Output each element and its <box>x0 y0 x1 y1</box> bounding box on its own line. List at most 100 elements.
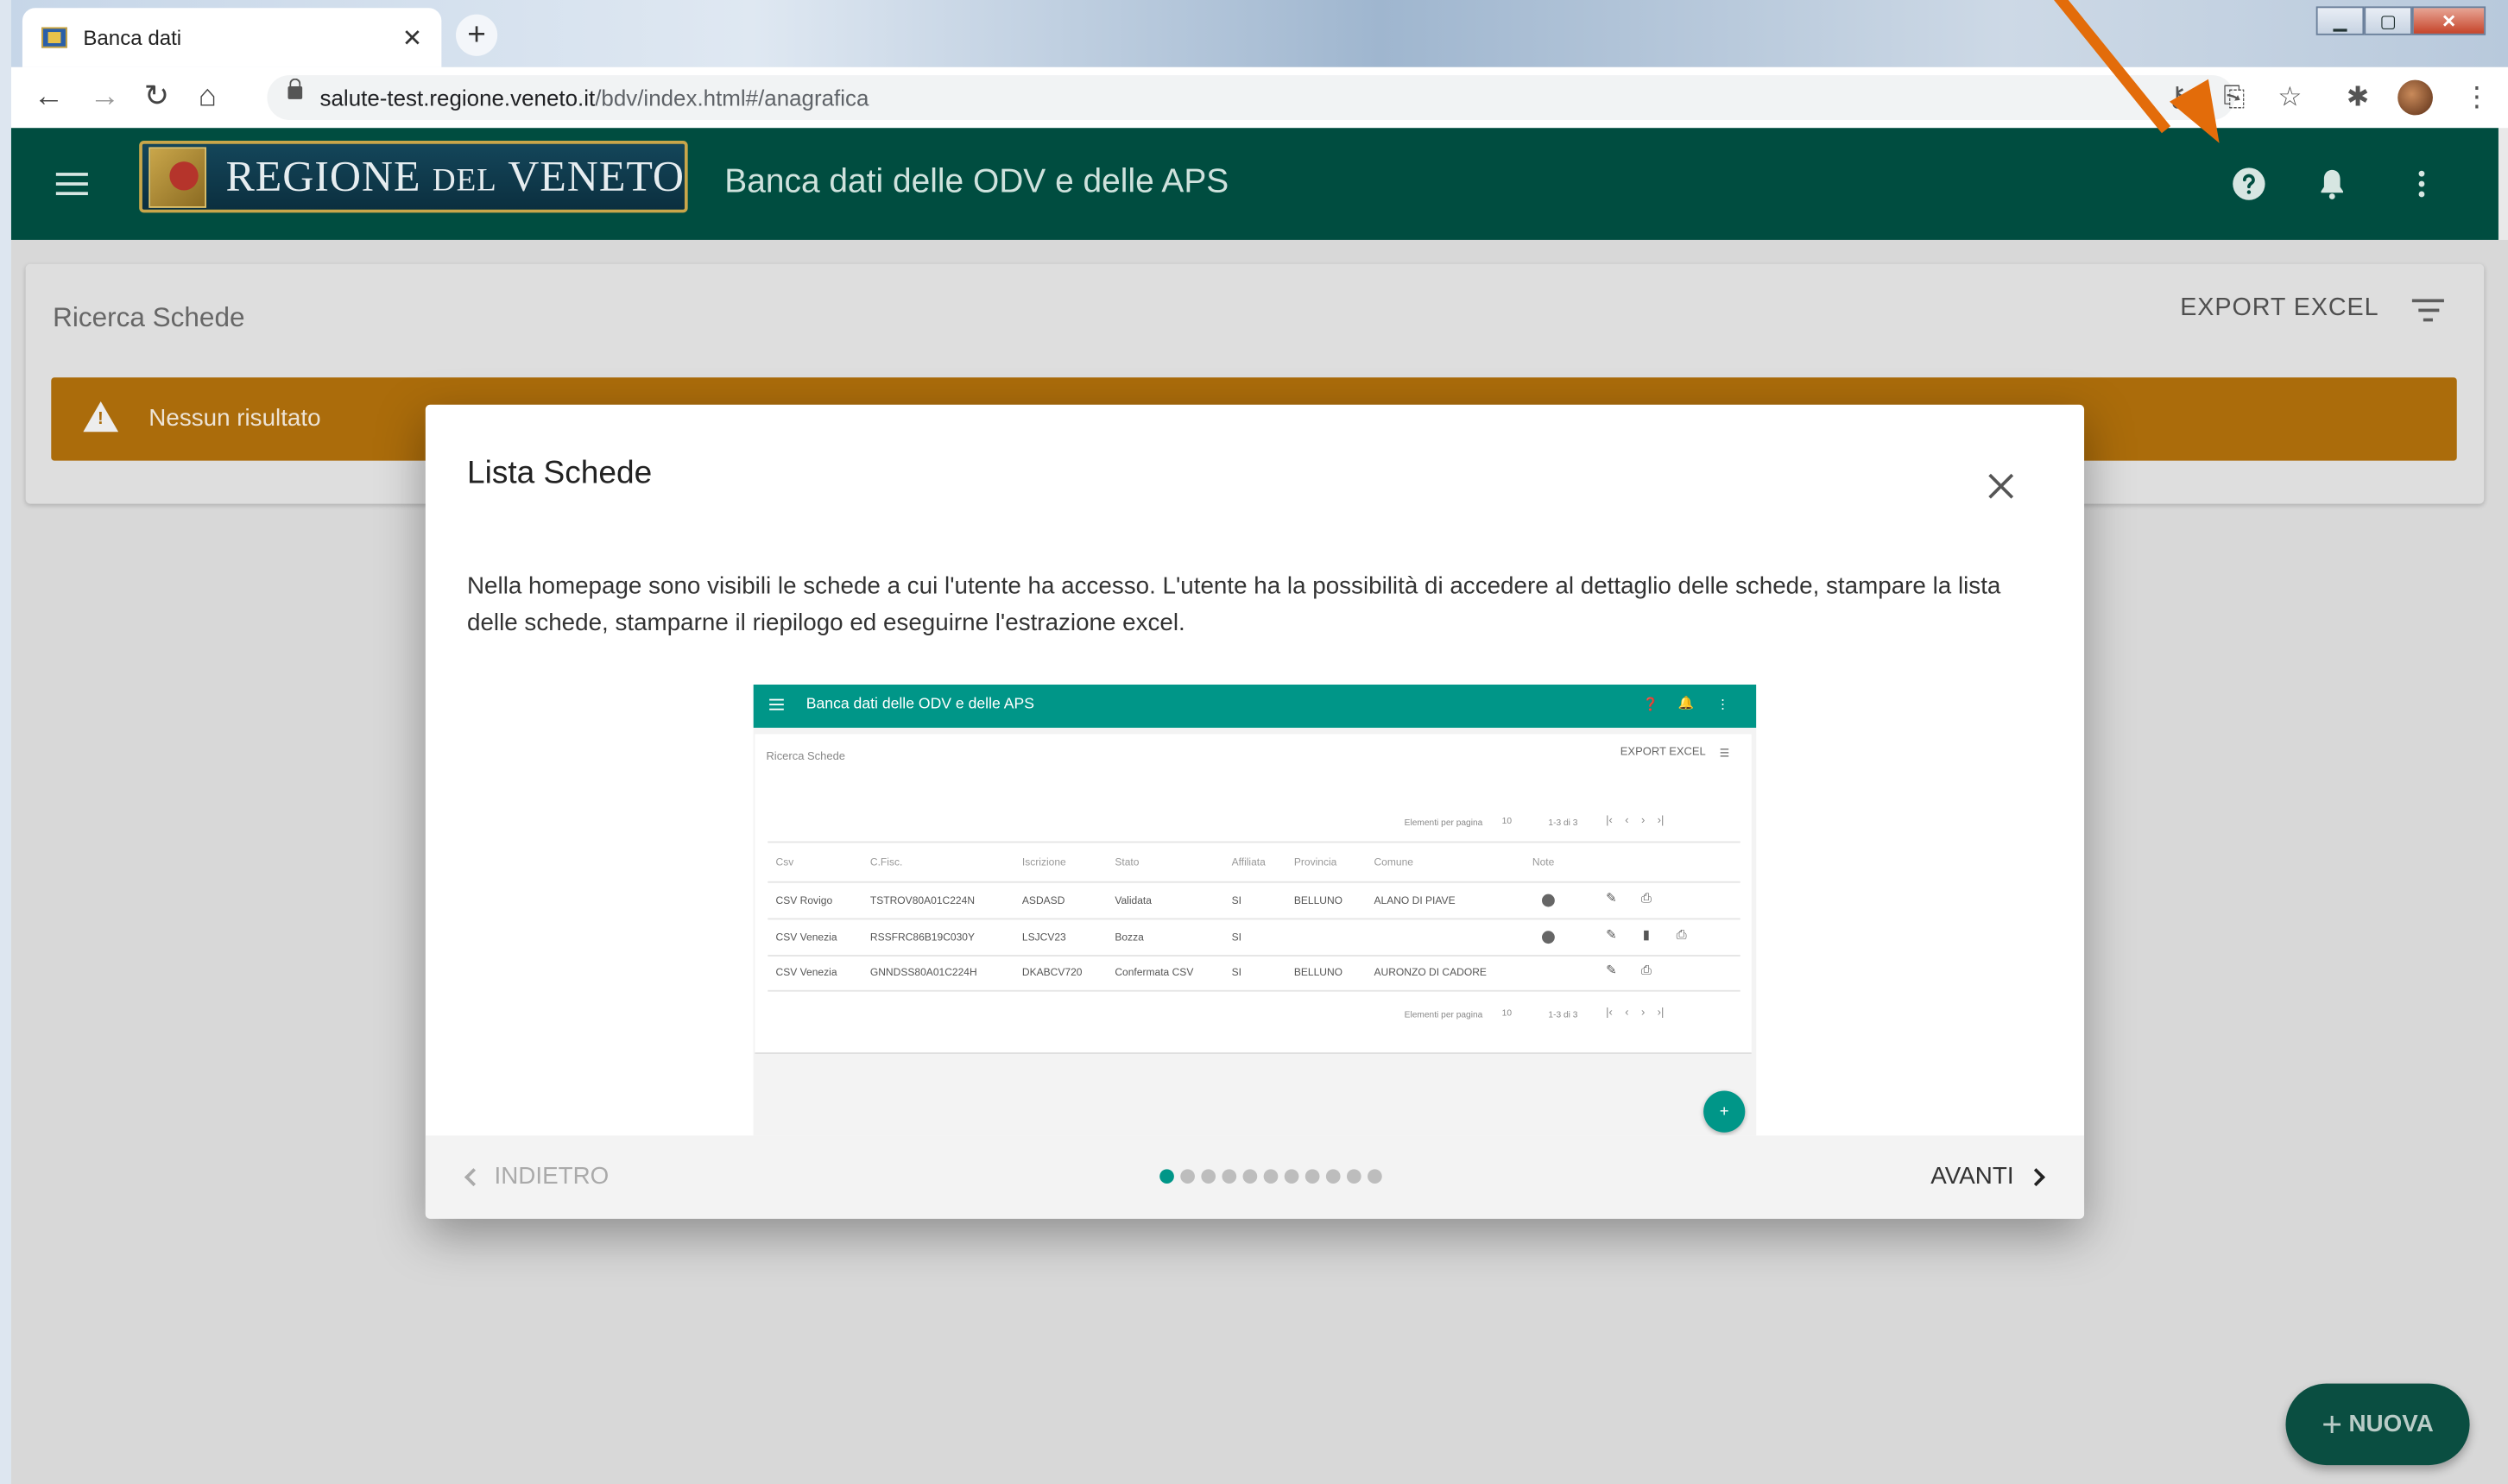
new-tab-button[interactable]: + <box>456 14 498 56</box>
profile-avatar[interactable] <box>2397 79 2433 116</box>
col-csv: Csv <box>775 857 794 869</box>
col-provincia: Provincia <box>1293 857 1337 869</box>
tour-dialog: Lista Schede Nella homepage sono visibil… <box>425 404 2085 1219</box>
dialog-footer: INDIETRO AVANTI <box>425 1135 2085 1219</box>
logo-text: REGIONE DEL VENETO <box>225 152 685 200</box>
table-cell: GNNDSS80A01C224H <box>869 967 977 979</box>
col-iscrizione: Iscrizione <box>1021 857 1066 869</box>
forward-icon[interactable]: → <box>90 80 120 116</box>
preview-add-button: + <box>1703 1090 1746 1133</box>
dialog-description: Nella homepage sono visibili le schede a… <box>466 572 2001 637</box>
preview-help-icon: ❓ <box>1642 697 1659 712</box>
browser-tab[interactable]: Banca dati ✕ <box>22 8 442 67</box>
preview-page-title: Ricerca Schede <box>766 751 846 763</box>
crest-icon <box>148 146 207 207</box>
edit-icon: ✎ <box>1606 927 1617 943</box>
step-dot[interactable] <box>1263 1169 1279 1184</box>
preview-header: Banca dati delle ODV e delle APS ❓ 🔔 ⋮ <box>753 684 1757 728</box>
address-bar[interactable]: salute-test.regione.veneto.it/bdv/index.… <box>267 75 2235 120</box>
preview-paginator-size: 10 <box>1501 817 1513 827</box>
step-dot[interactable] <box>1180 1169 1195 1184</box>
notifications-bell-icon[interactable] <box>2315 167 2350 202</box>
step-dot[interactable] <box>1284 1169 1299 1184</box>
table-cell: TSTROV80A01C224N <box>869 895 976 907</box>
help-icon[interactable] <box>2232 167 2267 202</box>
window-close-button[interactable]: ✕ <box>2411 6 2486 35</box>
menu-icon[interactable] <box>55 173 88 196</box>
table-cell: RSSFRC86B19C030Y <box>869 932 976 944</box>
divider <box>768 989 1740 992</box>
preview-more-icon: ⋮ <box>1715 697 1729 712</box>
preview-paginator-nav: |‹ ‹ › ›| <box>1606 815 1665 827</box>
info-icon <box>1542 894 1555 907</box>
preview-bell-icon: 🔔 <box>1677 695 1694 710</box>
table-cell: ALANO DI PIAVE <box>1374 895 1456 907</box>
step-dot[interactable] <box>1242 1169 1258 1184</box>
col-affiliata: Affiliata <box>1231 857 1266 869</box>
preview-paginator-nav: |‹ ‹ › ›| <box>1606 1007 1665 1020</box>
close-icon[interactable] <box>1983 469 2018 504</box>
preview-screenshot: Banca dati delle ODV e delle APS ❓ 🔔 ⋮ R… <box>753 684 1757 1136</box>
preview-card: Ricerca Schede EXPORT EXCEL ☰ Elementi p… <box>755 734 1752 1054</box>
table-cell: SI <box>1231 932 1241 944</box>
print-icon: ⎙ <box>1640 890 1652 906</box>
prev-label: INDIETRO <box>494 1162 610 1190</box>
table-cell: Bozza <box>1115 932 1144 944</box>
window-controls: ▁ ▢ ✕ <box>2315 6 2486 35</box>
table-cell: ASDASD <box>1021 895 1065 907</box>
edit-icon: ✎ <box>1606 963 1617 977</box>
preview-paginator-range: 1-3 di 3 <box>1548 818 1578 829</box>
step-dot[interactable] <box>1159 1169 1174 1184</box>
col-comune: Comune <box>1374 857 1414 869</box>
more-vert-icon[interactable] <box>2404 167 2440 202</box>
step-dot[interactable] <box>1201 1169 1216 1184</box>
divider <box>768 918 1740 920</box>
preview-export: EXPORT EXCEL <box>1620 747 1706 759</box>
col-stato: Stato <box>1115 857 1140 869</box>
step-dot[interactable] <box>1325 1169 1341 1184</box>
home-icon[interactable]: ⌂ <box>199 80 217 116</box>
preview-paginator-label: Elementi per pagina <box>1404 1010 1483 1021</box>
table-cell: DKABCV720 <box>1021 967 1083 979</box>
lock-icon <box>287 78 303 99</box>
step-dot[interactable] <box>1222 1169 1237 1184</box>
bookmark-star-icon[interactable]: ☆ <box>2277 80 2302 116</box>
table-cell: CSV Venezia <box>775 967 837 979</box>
browser-menu-icon[interactable]: ⋮ <box>2463 80 2490 116</box>
step-dot[interactable] <box>1368 1169 1382 1184</box>
preview-title: Banca dati delle ODV e delle APS <box>805 695 1034 714</box>
tab-title: Banca dati <box>83 25 182 50</box>
table-cell: Validata <box>1115 895 1152 907</box>
table-cell: BELLUNO <box>1293 967 1343 979</box>
back-icon[interactable]: ← <box>34 80 64 116</box>
col-note: Note <box>1532 857 1555 869</box>
divider <box>768 841 1740 843</box>
prev-button[interactable]: INDIETRO <box>464 1162 610 1190</box>
app-title: Banca dati delle ODV e delle APS <box>724 162 1229 200</box>
table-cell: LSJCV23 <box>1021 932 1066 944</box>
step-dot[interactable] <box>1305 1169 1320 1184</box>
maximize-button[interactable]: ▢ <box>2364 6 2412 35</box>
table-cell: SI <box>1231 895 1241 907</box>
print-icon: ⎙ <box>1676 927 1687 943</box>
tab-favicon-icon <box>41 27 67 48</box>
chevron-right-icon <box>2027 1167 2045 1186</box>
extensions-icon[interactable]: ✱ <box>2347 80 2369 116</box>
preview-menu-icon <box>769 698 784 714</box>
table-cell: SI <box>1231 967 1241 979</box>
dialog-title: Lista Schede <box>466 456 653 491</box>
minimize-button[interactable]: ▁ <box>2315 6 2365 35</box>
reload-icon[interactable]: ↻ <box>144 80 169 116</box>
next-button[interactable]: AVANTI <box>1930 1162 2045 1190</box>
preview-filter-icon: ☰ <box>1719 748 1730 761</box>
step-dot[interactable] <box>1346 1169 1361 1184</box>
window-edge <box>0 0 11 1484</box>
chevron-left-icon <box>464 1167 483 1186</box>
regione-veneto-logo: REGIONE DEL VENETO <box>139 141 688 213</box>
translate-icon[interactable]: ⎘ <box>2223 80 2245 116</box>
tab-close-icon[interactable]: ✕ <box>402 23 422 52</box>
info-icon <box>1542 931 1555 944</box>
preview-paginator-size: 10 <box>1501 1009 1513 1020</box>
next-label: AVANTI <box>1930 1162 2014 1190</box>
divider <box>768 881 1740 883</box>
